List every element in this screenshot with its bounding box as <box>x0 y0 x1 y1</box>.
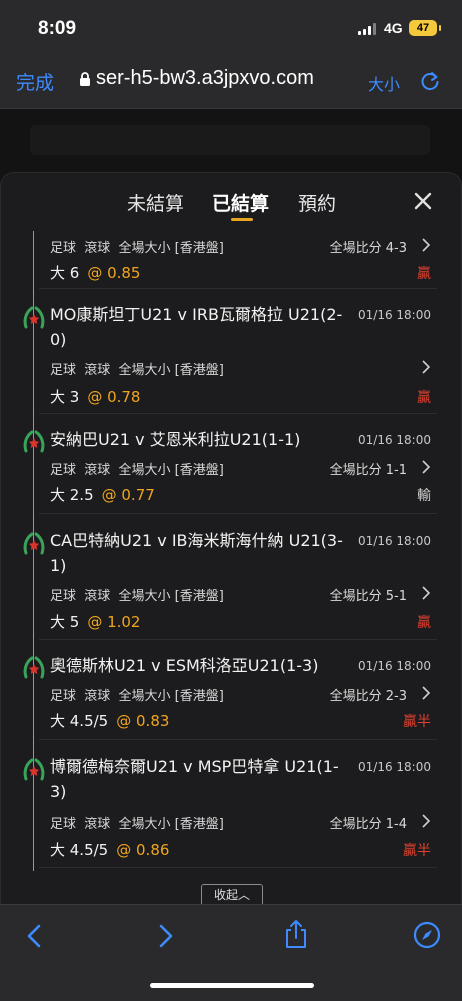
bet-records-modal: 未結算 已結算 預約 足球 滾球 全場大小 [香港盤] 全場比分 4-3 大 6… <box>0 172 462 904</box>
soccer-team-icon <box>23 430 45 453</box>
chevron-right-icon[interactable] <box>421 238 431 252</box>
match-date: 01/16 18:00 <box>358 433 431 447</box>
battery-icon: 47 <box>409 20 441 36</box>
backdrop-header <box>30 125 430 155</box>
active-tab-indicator <box>231 218 253 221</box>
soccer-team-icon <box>23 758 45 781</box>
bet-odds: @ 0.78 <box>87 388 141 406</box>
bet-odds: @ 1.02 <box>87 613 141 631</box>
match-date: 01/16 18:00 <box>358 534 431 548</box>
bet-odds: @ 0.77 <box>101 486 155 504</box>
close-icon[interactable] <box>411 189 435 213</box>
match-title: 博爾德梅奈爾U21 v MSP巴特拿 U21(1-3) <box>50 757 339 801</box>
bet-result: 贏 <box>417 266 431 282</box>
bet-detail: 足球 滾球 全場大小 [香港盤] <box>50 589 224 604</box>
final-score: 全場比分 5-1 <box>329 589 407 604</box>
bet-pick: 大 3 @ 0.78 <box>50 388 141 406</box>
bet-odds: @ 0.83 <box>116 712 170 730</box>
divider <box>39 739 437 740</box>
tab-settled[interactable]: 已結算 <box>212 189 269 216</box>
bet-result: 贏 <box>417 390 431 406</box>
bet-pick: 大 5 @ 1.02 <box>50 613 141 631</box>
bet-pick: 大 4.5/5 @ 0.86 <box>50 841 170 859</box>
compass-icon[interactable] <box>413 921 441 949</box>
bet-result: 贏半 <box>403 843 431 859</box>
text-size-button[interactable]: 大小 <box>368 71 400 95</box>
match-date: 01/16 18:00 <box>358 659 431 673</box>
bet-pick: 大 2.5 @ 0.77 <box>50 486 155 504</box>
tab-reserved[interactable]: 預約 <box>298 189 336 216</box>
url-text[interactable]: ser-h5-bw3.a3jpxvo.com <box>96 67 314 90</box>
match-title: 奧德斯林U21 v ESM科洛亞U21(1-3) <box>50 656 319 675</box>
match-date: 01/16 18:00 <box>358 760 431 774</box>
bet-pick: 大 4.5/5 @ 0.83 <box>50 712 170 730</box>
collapse-button[interactable]: 收起︿ <box>201 884 263 906</box>
browser-url-bar: 完成 ser-h5-bw3.a3jpxvo.com 大小 <box>0 58 462 109</box>
final-score: 全場比分 1-1 <box>329 463 407 478</box>
bet-result: 輸 <box>417 488 431 504</box>
status-bar: 8:09 4G 47 <box>0 0 462 58</box>
chevron-right-icon[interactable] <box>421 586 431 600</box>
signal-icon <box>358 23 376 35</box>
match-date: 01/16 18:00 <box>358 308 431 322</box>
divider <box>39 867 437 868</box>
chevron-right-icon[interactable] <box>421 460 431 474</box>
reload-icon[interactable] <box>419 70 441 92</box>
soccer-team-icon <box>23 306 45 329</box>
match-title: CA巴特納U21 v IB海米斯海什納 U21(3-1) <box>50 531 343 575</box>
bet-detail: 足球 滾球 全場大小 [香港盤] <box>50 363 224 378</box>
divider <box>39 288 437 289</box>
bet-result: 贏半 <box>403 714 431 730</box>
final-score: 全場比分 4-3 <box>329 241 407 256</box>
bet-pick: 大 6 @ 0.85 <box>50 264 141 282</box>
divider <box>39 413 437 414</box>
network-label: 4G <box>384 20 403 36</box>
clock: 8:09 <box>38 18 77 39</box>
bet-detail: 足球 滾球 全場大小 [香港盤] <box>50 817 224 832</box>
share-icon[interactable] <box>283 919 309 949</box>
done-button[interactable]: 完成 <box>16 68 54 95</box>
soccer-team-icon <box>23 532 45 555</box>
tab-bar: 未結算 已結算 預約 <box>1 173 461 231</box>
chevron-right-icon[interactable] <box>421 814 431 828</box>
back-icon[interactable] <box>25 923 43 949</box>
divider <box>39 639 437 640</box>
soccer-team-icon <box>23 656 45 679</box>
final-score: 全場比分 1-4 <box>329 817 407 832</box>
bet-list: 足球 滾球 全場大小 [香港盤] 全場比分 4-3 大 6 @ 0.85 贏 MO… <box>13 231 437 904</box>
lock-icon <box>80 72 90 86</box>
bet-odds: @ 0.86 <box>116 841 170 859</box>
chevron-right-icon[interactable] <box>421 686 431 700</box>
bet-odds: @ 0.85 <box>87 264 141 282</box>
tab-unsettled[interactable]: 未結算 <box>127 189 184 216</box>
bet-detail: 足球 滾球 全場大小 [香港盤] <box>50 241 224 256</box>
home-indicator <box>150 983 314 988</box>
divider <box>39 513 437 514</box>
bet-detail: 足球 滾球 全場大小 [香港盤] <box>50 463 224 478</box>
forward-icon[interactable] <box>157 923 175 949</box>
chevron-right-icon[interactable] <box>421 360 431 374</box>
bet-detail: 足球 滾球 全場大小 [香港盤] <box>50 689 224 704</box>
final-score: 全場比分 2-3 <box>329 689 407 704</box>
match-title: 安納巴U21 v 艾恩米利拉U21(1-1) <box>50 430 301 449</box>
match-title: MO康斯坦丁U21 v IRB瓦爾格拉 U21(2-0) <box>50 305 343 349</box>
bet-result: 贏 <box>417 615 431 631</box>
